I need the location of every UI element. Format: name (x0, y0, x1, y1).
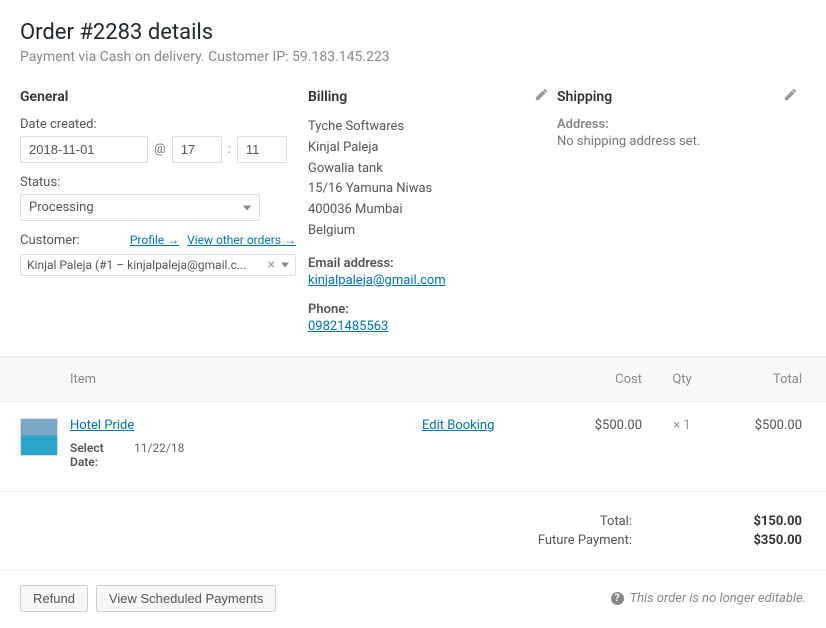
at-symbol: @ (154, 142, 166, 157)
col-qty: Qty (652, 372, 712, 387)
shipping-address-label: Address: (557, 117, 794, 132)
item-qty: × 1 (652, 418, 712, 469)
shipping-no-address: No shipping address set. (557, 134, 794, 149)
customer-label: Customer: (20, 233, 80, 248)
clear-customer-icon[interactable]: × (268, 258, 275, 272)
refund-button[interactable]: Refund (20, 585, 88, 612)
col-cost: Cost (562, 372, 652, 387)
view-scheduled-payments-button[interactable]: View Scheduled Payments (96, 585, 276, 612)
total-label: Total: (502, 514, 632, 529)
email-label: Email address: (308, 256, 545, 271)
view-other-orders-link[interactable]: View other orders → (187, 233, 296, 247)
not-editable-note: This order is no longer editable. (630, 591, 806, 606)
col-total: Total (712, 372, 806, 387)
shipping-section: Shipping Address: No shipping address se… (557, 89, 806, 334)
general-heading: General (20, 89, 296, 105)
billing-line: Gowalia tank (308, 159, 545, 180)
item-thumbnail[interactable] (20, 418, 58, 456)
time-colon: : (228, 142, 231, 157)
shipping-heading: Shipping (557, 89, 794, 105)
page-subtitle: Payment via Cash on delivery. Customer I… (20, 49, 806, 65)
meta-key: Select Date: (70, 441, 114, 469)
billing-line: 15/16 Yamuna Niwas (308, 179, 545, 200)
item-row: Hotel Pride Select Date: 11/22/18 Edit B… (0, 402, 826, 492)
customer-value: Kinjal Paleja (#1 – kinjalpaleja@gmail.c… (27, 258, 264, 272)
chevron-down-icon (243, 205, 251, 210)
general-section: General Date created: @ : Status: Proces… (20, 89, 308, 334)
col-item: Item (70, 372, 422, 387)
date-input[interactable] (20, 136, 148, 163)
billing-line: Tyche Softwares (308, 117, 545, 138)
item-name-link[interactable]: Hotel Pride (70, 418, 134, 433)
page-title: Order #2283 details (20, 20, 806, 45)
minute-input[interactable] (237, 136, 287, 163)
date-created-label: Date created: (20, 117, 296, 132)
profile-link[interactable]: Profile → (130, 233, 179, 247)
order-totals: Total: $150.00 Future Payment: $350.00 (0, 492, 826, 571)
chevron-down-icon (281, 263, 289, 268)
future-payment-label: Future Payment: (502, 533, 632, 548)
future-payment-value: $350.00 (722, 533, 802, 548)
phone-label: Phone: (308, 302, 545, 317)
billing-email-link[interactable]: kinjalpaleja@gmail.com (308, 273, 446, 288)
billing-line: Kinjal Paleja (308, 138, 545, 159)
total-value: $150.00 (722, 514, 802, 529)
billing-section: Billing Tyche Softwares Kinjal Paleja Go… (308, 89, 557, 334)
billing-line: 400036 Mumbai (308, 200, 545, 221)
item-total: $500.00 (712, 418, 806, 469)
meta-value: 11/22/18 (134, 441, 184, 469)
edit-booking-link[interactable]: Edit Booking (422, 418, 494, 433)
pencil-icon[interactable] (533, 89, 547, 103)
items-panel: Item Cost Qty Total Hotel Pride Select D… (0, 356, 826, 628)
item-cost: $500.00 (562, 418, 652, 469)
status-value: Processing (29, 200, 94, 215)
status-label: Status: (20, 175, 296, 190)
info-icon: ? (611, 592, 624, 605)
billing-heading: Billing (308, 89, 545, 105)
billing-phone-link[interactable]: 09821485563 (308, 319, 388, 334)
customer-select[interactable]: Kinjal Paleja (#1 – kinjalpaleja@gmail.c… (20, 254, 296, 276)
pencil-icon[interactable] (782, 89, 796, 103)
status-select[interactable]: Processing (20, 194, 260, 221)
billing-line: Belgium (308, 221, 545, 242)
hour-input[interactable] (172, 136, 222, 163)
